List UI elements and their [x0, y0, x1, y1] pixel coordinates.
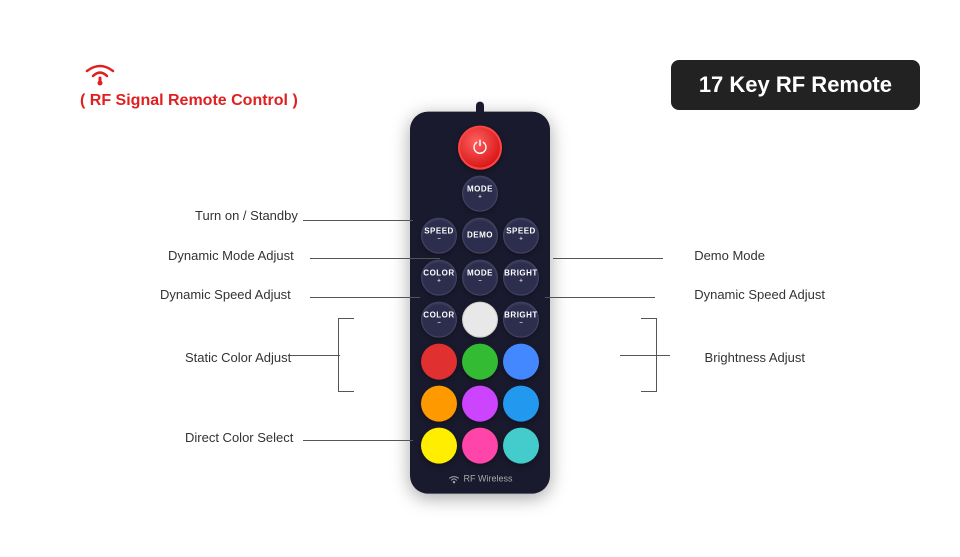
color-teal-button[interactable] — [503, 428, 539, 464]
color-plus-button[interactable]: COLOR + — [421, 260, 457, 296]
line-brightness — [620, 355, 670, 356]
title-badge: 17 Key RF Remote — [671, 60, 920, 110]
demo-button[interactable]: DEMO — [462, 218, 498, 254]
annotation-turn-on: Turn on / Standby — [195, 208, 298, 223]
remote-wrapper: ⏻ MODE + SPEED − DEMO SPEED + — [410, 112, 550, 494]
color-row-2 — [421, 386, 539, 422]
line-direct-color — [303, 440, 413, 441]
line-demo-mode — [553, 258, 663, 259]
button-row-1: MODE + — [462, 176, 498, 212]
color-row-3 — [421, 428, 539, 464]
mode-minus-button[interactable]: MODE − — [462, 260, 498, 296]
rf-wireless-icon — [448, 474, 460, 483]
button-row-2: SPEED − DEMO SPEED + — [421, 218, 539, 254]
rf-signal-label: ( RF Signal Remote Control ) — [80, 92, 298, 110]
color-lightblue-button[interactable] — [503, 386, 539, 422]
bracket-left — [338, 318, 354, 392]
annotation-dynamic-speed-left: Dynamic Speed Adjust — [160, 287, 291, 302]
speed-plus-button[interactable]: SPEED + — [503, 218, 539, 254]
annotation-dynamic-mode: Dynamic Mode Adjust — [168, 248, 294, 263]
bright-minus-button[interactable]: BRIGHT − — [503, 302, 539, 338]
button-row-4: COLOR − BRIGHT − — [421, 302, 539, 338]
line-static-color — [290, 355, 340, 356]
mode-plus-sub: + — [478, 195, 482, 202]
annotation-demo-mode: Demo Mode — [694, 248, 765, 263]
color-minus-button[interactable]: COLOR − — [421, 302, 457, 338]
line-dynamic-mode — [310, 258, 440, 259]
speed-minus-button[interactable]: SPEED − — [421, 218, 457, 254]
color-yellow-button[interactable] — [421, 428, 457, 464]
annotation-direct-color: Direct Color Select — [185, 430, 293, 445]
title-text: 17 Key RF Remote — [699, 72, 892, 97]
rf-wireless-label: RF Wireless — [448, 474, 513, 484]
bright-plus-button[interactable]: BRIGHT + — [503, 260, 539, 296]
annotation-dynamic-speed-right: Dynamic Speed Adjust — [694, 287, 825, 302]
annotation-brightness: Brightness Adjust — [705, 350, 805, 365]
mode-plus-button[interactable]: MODE + — [462, 176, 498, 212]
rf-signal-icon — [80, 60, 120, 88]
color-orange-button[interactable] — [421, 386, 457, 422]
rf-signal-area: ( RF Signal Remote Control ) — [80, 60, 298, 110]
power-icon: ⏻ — [473, 139, 487, 157]
color-blue-button[interactable] — [503, 344, 539, 380]
power-button[interactable]: ⏻ — [458, 126, 502, 170]
white-button[interactable] — [462, 302, 498, 338]
mode-plus-label: MODE — [467, 186, 493, 195]
color-pink-button[interactable] — [462, 428, 498, 464]
button-row-3: COLOR + MODE − BRIGHT + — [421, 260, 539, 296]
color-green-button[interactable] — [462, 344, 498, 380]
annotation-static-color: Static Color Adjust — [185, 350, 291, 365]
line-dynamic-speed-left — [310, 297, 420, 298]
color-purple-button[interactable] — [462, 386, 498, 422]
color-red-button[interactable] — [421, 344, 457, 380]
line-turn-on — [303, 220, 413, 221]
line-dynamic-speed-right — [545, 297, 655, 298]
color-row-1 — [421, 344, 539, 380]
remote-body: ⏻ MODE + SPEED − DEMO SPEED + — [410, 112, 550, 494]
